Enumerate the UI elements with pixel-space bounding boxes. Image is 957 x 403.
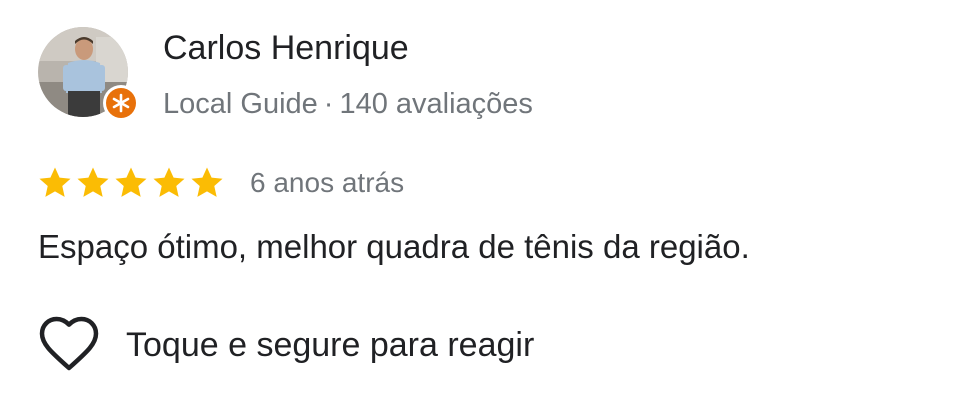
star-rating	[36, 164, 226, 202]
local-guide-badge	[103, 85, 139, 121]
reviewer-meta: Local Guide · 140 avaliações	[163, 84, 533, 124]
local-guide-label: Local Guide	[163, 88, 318, 120]
star-icon	[153, 167, 185, 197]
heart-outline-icon[interactable]	[38, 316, 100, 374]
star-icon	[39, 167, 71, 197]
star-icon	[115, 167, 147, 197]
review-date: 6 anos atrás	[250, 167, 405, 198]
meta-separator: ·	[323, 88, 334, 120]
react-label: Toque e segure para reagir	[126, 325, 535, 364]
reviewer-avatar-container[interactable]	[38, 27, 139, 121]
star-icon	[191, 167, 223, 197]
review-card: Carlos Henrique Local Guide · 140 avaliaçõ…	[0, 0, 957, 403]
star-icon	[77, 167, 109, 197]
react-button[interactable]: Toque e segure para reagir	[38, 316, 534, 374]
local-guide-star-icon	[112, 93, 130, 113]
reviews-count: 140 avaliações	[339, 88, 533, 120]
reviewer-name[interactable]: Carlos Henrique	[163, 26, 409, 70]
rating-row: 6 anos atrás	[36, 162, 404, 204]
review-text: Espaço ótimo, melhor quadra de tênis da …	[38, 228, 750, 265]
